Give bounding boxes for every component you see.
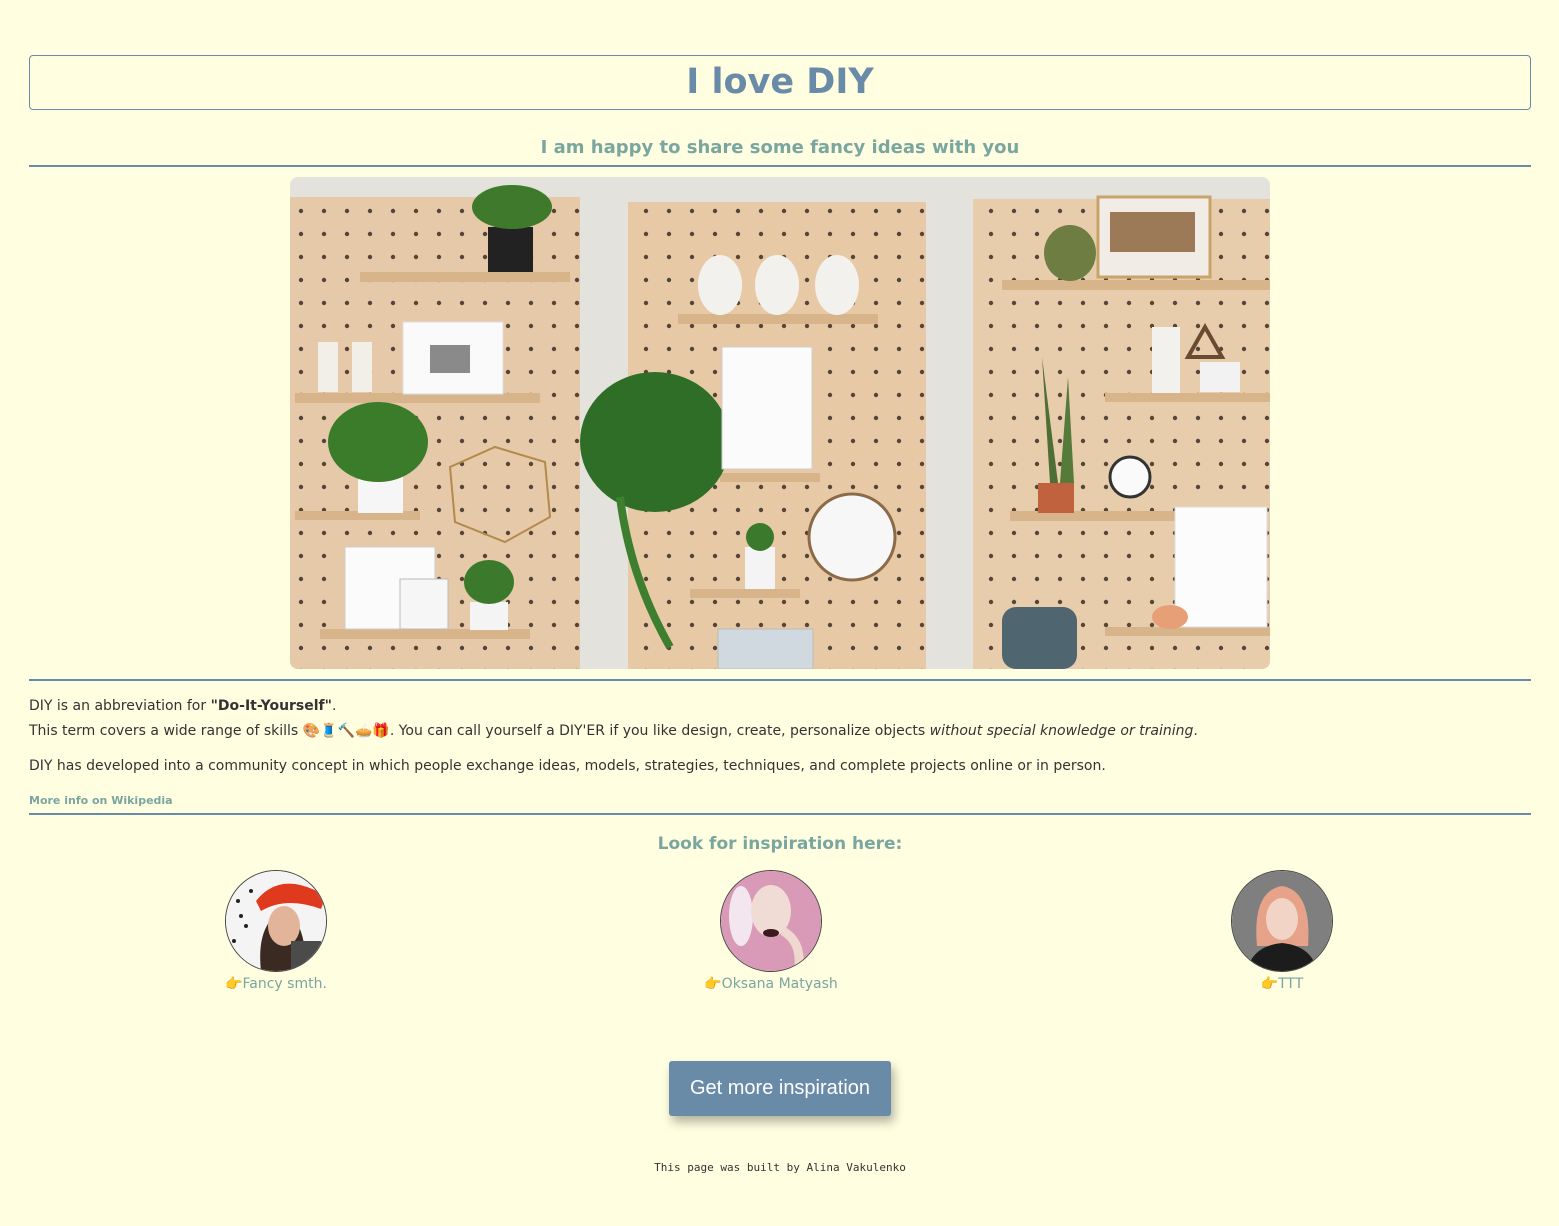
skills-suffix: .	[1193, 723, 1198, 739]
hero-image	[290, 177, 1270, 669]
avatar[interactable]	[720, 870, 822, 972]
page-subtitle: I am happy to share some fancy ideas wit…	[540, 137, 1020, 158]
skills-italic: without special knowledge or training	[929, 723, 1194, 739]
profile-card: 👉Oksana Matyash	[661, 870, 881, 992]
profile-photo-2	[721, 871, 821, 971]
abbr-prefix: DIY is an abbreviation for	[29, 698, 211, 714]
profile-card: 👉TTT	[1172, 870, 1392, 992]
divider	[29, 165, 1531, 167]
profile-link[interactable]: 👉Oksana Matyash	[704, 976, 838, 992]
avatar[interactable]	[1231, 870, 1333, 972]
title-box: I love DIY	[29, 55, 1531, 110]
get-more-inspiration-button[interactable]: Get more inspiration	[669, 1061, 891, 1116]
wikipedia-link[interactable]: More info on Wikipedia	[29, 788, 173, 807]
pointing-hand-icon: 👉	[225, 976, 243, 992]
page-container: I love DIY I am happy to share some fanc…	[29, 55, 1531, 1174]
profile-photo-1	[226, 871, 326, 971]
pegboard-shelves-photo	[290, 177, 1270, 669]
abbr-bold: "Do-It-Yourself"	[210, 698, 332, 714]
pointing-hand-icon: 👉	[1260, 976, 1279, 992]
footer-credit: This page was built by Alina Vakulenko	[654, 1161, 906, 1174]
profile-name: TTT	[1278, 976, 1304, 992]
profile-name: Oksana Matyash	[721, 976, 838, 992]
page-title: I love DIY	[686, 62, 874, 102]
pointing-hand-icon: 👉	[704, 976, 722, 992]
skills-middle: . You can call yourself a DIY'ER if you …	[389, 723, 930, 739]
skills-emoji-icons: 🎨🧵🔨🥧🎁	[302, 723, 390, 739]
description-paragraph-2: DIY has developed into a community conce…	[29, 758, 1106, 774]
avatar[interactable]	[225, 870, 327, 972]
profile-photo-3	[1232, 871, 1332, 971]
description-section: DIY is an abbreviation for "Do-It-Yourse…	[29, 681, 1531, 813]
profile-name: Fancy smth.	[242, 976, 327, 992]
divider	[29, 813, 1531, 815]
skills-prefix: This term covers a wide range of skills	[29, 723, 303, 739]
description-line-2: This term covers a wide range of skills …	[29, 719, 1531, 744]
inspiration-title: Look for inspiration here:	[657, 834, 903, 854]
abbr-suffix: .	[331, 698, 337, 714]
profile-card: 👉Fancy smth.	[166, 870, 386, 992]
inspiration-profiles: 👉Fancy smth. 👉Oksana Matyash 👉TTT	[29, 870, 1531, 1000]
description-line-1: DIY is an abbreviation for "Do-It-Yourse…	[29, 694, 1531, 719]
profile-link[interactable]: 👉TTT	[1261, 976, 1304, 992]
profile-link[interactable]: 👉Fancy smth.	[225, 976, 327, 992]
